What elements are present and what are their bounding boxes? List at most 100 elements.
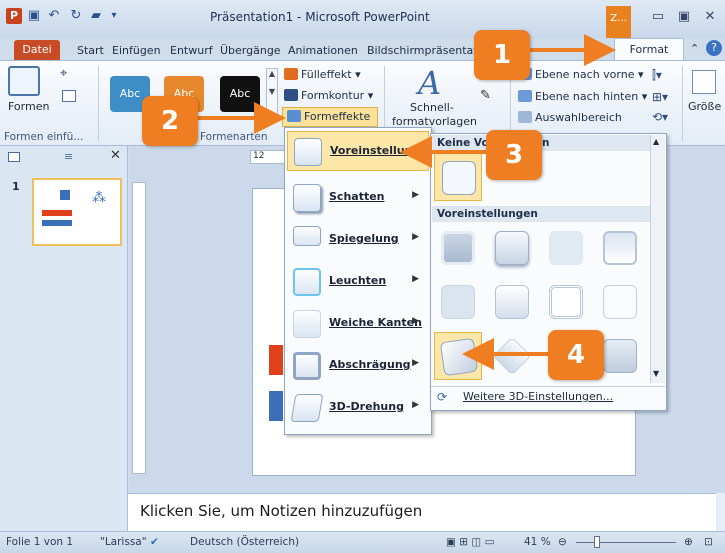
- slide-number: 1: [12, 180, 20, 193]
- preset-2[interactable]: [488, 224, 536, 272]
- gallery-scrollbar[interactable]: ▲ ▼: [650, 135, 665, 383]
- callout-4: 4: [548, 330, 604, 380]
- callout-1: 1: [474, 30, 530, 80]
- preset-9[interactable]: [434, 332, 482, 380]
- slide-thumbnail[interactable]: ⁂: [32, 178, 122, 246]
- thumb-stars: ⁂: [92, 190, 106, 206]
- soft-edges-icon: [293, 310, 321, 338]
- menu-item-leuchten[interactable]: Leuchten ▶: [287, 262, 429, 302]
- preset-10[interactable]: [488, 332, 536, 380]
- align-icon[interactable]: ⫿▾: [652, 68, 662, 83]
- fill-command[interactable]: Fülleffekt ▾: [284, 66, 361, 84]
- group-label-formenarten: Formenarten: [200, 131, 268, 143]
- language[interactable]: Deutsch (Österreich): [190, 532, 299, 553]
- vertical-ruler: [132, 182, 146, 474]
- scroll-up-icon[interactable]: ▲: [653, 137, 659, 146]
- notes-scrollbar[interactable]: [716, 493, 725, 531]
- close-pane-icon[interactable]: ✕: [110, 148, 121, 163]
- selection-pane-icon: [518, 111, 532, 123]
- preset-5[interactable]: [434, 278, 482, 326]
- theme-name[interactable]: "Larissa": [100, 532, 147, 553]
- glow-icon: [293, 268, 321, 296]
- menu-item-spiegelung[interactable]: Spiegelung ▶: [287, 220, 429, 260]
- bring-forward-command[interactable]: Ebene nach vorne ▾: [518, 66, 644, 84]
- preset-3[interactable]: [542, 224, 590, 272]
- slide-red-shape[interactable]: [269, 345, 283, 375]
- quick-styles-icon[interactable]: A: [418, 64, 441, 102]
- tab-entwurf[interactable]: Entwurf: [170, 42, 213, 60]
- shapes-gallery-icon[interactable]: [8, 66, 40, 96]
- redo-icon[interactable]: ↻: [68, 8, 84, 24]
- minimize-button[interactable]: ▭: [646, 6, 670, 28]
- spellcheck-icon[interactable]: ✔: [150, 532, 159, 553]
- callout-3: 3: [486, 130, 542, 180]
- zoom-in-icon[interactable]: ⊕: [684, 532, 693, 553]
- menu-item-schatten[interactable]: Schatten ▶: [287, 178, 429, 218]
- selection-pane-command[interactable]: Auswahlbereich: [518, 109, 622, 127]
- zoom-slider-thumb[interactable]: [594, 536, 600, 548]
- open-folder-icon[interactable]: ▰: [88, 8, 104, 24]
- outline-tab-icon[interactable]: ≡: [64, 150, 73, 163]
- more-3d-settings-item[interactable]: ⟳ Weitere 3D-Einstellungen...: [431, 386, 665, 408]
- text-outline-icon[interactable]: ✎: [480, 88, 491, 103]
- save-icon[interactable]: ▣: [26, 8, 42, 24]
- rotate-icon[interactable]: ⟲▾: [652, 110, 668, 124]
- zoom-slider[interactable]: [576, 542, 676, 543]
- 3d-settings-icon: ⟳: [437, 390, 448, 404]
- menu-item-abschraegung[interactable]: Abschrägung ▶: [287, 346, 429, 386]
- callout-2: 2: [142, 96, 198, 146]
- tab-bildschirmpraesentation[interactable]: Bildschirmpräsentat: [367, 42, 478, 60]
- send-backward-icon: [518, 90, 532, 102]
- tab-datei[interactable]: Datei: [14, 40, 60, 60]
- preset-8[interactable]: [596, 278, 644, 326]
- preset-4[interactable]: [596, 224, 644, 272]
- quick-styles-label: Schnell-: [410, 101, 454, 114]
- edit-shape-icon[interactable]: ⌖: [60, 66, 67, 81]
- menu-item-voreinstellung[interactable]: Voreinstellung: [287, 131, 429, 171]
- send-backward-command[interactable]: Ebene nach hinten ▾: [518, 88, 647, 106]
- status-bar: Folie 1 von 1 "Larissa" ✔ Deutsch (Öster…: [0, 531, 725, 553]
- slide-blue-shape[interactable]: [269, 391, 283, 421]
- zoom-out-icon[interactable]: ⊖: [558, 532, 567, 553]
- help-icon[interactable]: ?: [706, 40, 722, 56]
- restore-button[interactable]: ▣: [672, 6, 696, 28]
- tab-animationen[interactable]: Animationen: [288, 42, 358, 60]
- shape-style-swatch-black[interactable]: Abc: [220, 76, 260, 112]
- scroll-down-icon[interactable]: ▼: [653, 369, 659, 378]
- window-title: Präsentation1 - Microsoft PowerPoint: [210, 10, 430, 24]
- notes-input[interactable]: Klicken Sie, um Notizen hinzuzufügen: [128, 493, 716, 531]
- bevel-icon: [293, 352, 321, 380]
- ribbon-minimize-icon[interactable]: ⌃: [690, 42, 699, 55]
- textbox-icon[interactable]: [62, 90, 76, 102]
- size-label[interactable]: Größe: [688, 100, 721, 113]
- undo-icon[interactable]: ↶: [46, 8, 62, 24]
- preset-1[interactable]: [434, 224, 482, 272]
- tab-einfuegen[interactable]: Einfügen: [112, 42, 161, 60]
- slides-tab-icon[interactable]: [8, 152, 20, 162]
- powerpoint-app-icon[interactable]: P: [6, 8, 22, 24]
- fit-slide-icon[interactable]: ⊡: [704, 532, 713, 553]
- thumb-arrow-blue: [42, 220, 72, 226]
- menu-item-weiche-kanten[interactable]: Weiche Kanten ▶: [287, 304, 429, 344]
- formen-label: Formen: [8, 100, 50, 113]
- preset-7[interactable]: [542, 278, 590, 326]
- close-button[interactable]: ✕: [698, 6, 722, 28]
- menu-item-3d-drehung[interactable]: 3D-Drehung ▶: [287, 388, 429, 428]
- outline-command[interactable]: Formkontur ▾: [284, 87, 373, 105]
- view-buttons-icon[interactable]: ▣ ⊞ ◫ ▭: [446, 532, 495, 553]
- effects-icon: [287, 110, 301, 122]
- tab-uebergaenge[interactable]: Übergänge: [220, 42, 281, 60]
- 3d-rotation-icon: [290, 394, 324, 422]
- group-icon[interactable]: ⊞▾: [652, 90, 668, 104]
- tab-start[interactable]: Start: [77, 42, 104, 60]
- shape-effects-command[interactable]: Formeffekte ▾: [282, 107, 378, 141]
- preset-6[interactable]: [488, 278, 536, 326]
- style-gallery-scroll[interactable]: ▲ ▼: [266, 68, 278, 116]
- zoom-level[interactable]: 41 %: [524, 532, 551, 553]
- tab-format[interactable]: Format: [614, 38, 684, 62]
- preset-icon: [294, 138, 322, 166]
- group-separator: [682, 66, 683, 142]
- preset-none[interactable]: [434, 153, 482, 201]
- qat-customize-icon[interactable]: ▾: [106, 8, 122, 24]
- size-icon[interactable]: [692, 70, 716, 94]
